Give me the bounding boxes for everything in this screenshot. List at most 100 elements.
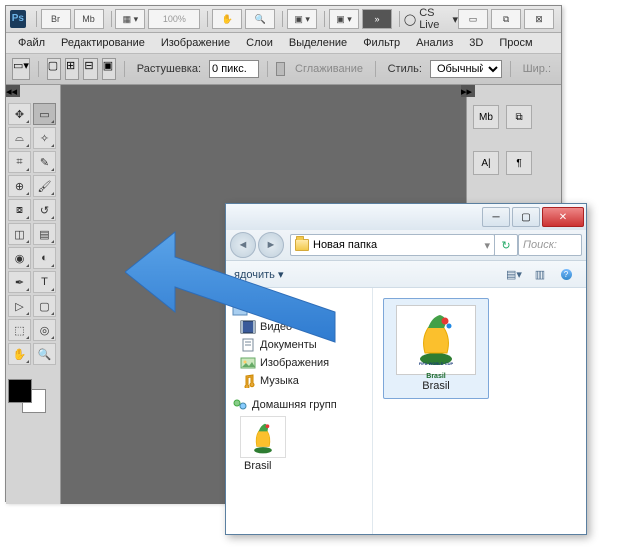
window-close-button[interactable]: ⊠ [524,9,554,29]
tree-home-thumb[interactable] [240,416,286,458]
selection-intersect-icon[interactable]: ▣ [102,58,116,80]
history-brush-tool[interactable]: ↺ [33,199,56,221]
heal-tool[interactable]: ⊕ [8,175,31,197]
character-panel-icon[interactable]: A| [473,151,499,175]
view-extras-button[interactable]: ▦ ▾ [115,9,145,29]
marquee-tool[interactable]: ▭ [33,103,56,125]
foreground-color-swatch[interactable] [8,379,32,403]
minibridge-panel-icon[interactable]: Mb [473,105,499,129]
tree-video[interactable]: Видео [230,318,368,336]
zoom-button[interactable]: 🔍 [245,9,275,29]
tree-libraries[interactable]: Библиотеки [230,300,368,318]
right-collapse-tab[interactable]: ▸▸ [461,85,475,97]
menu-image[interactable]: Изображение [153,37,238,49]
style-select[interactable]: Обычный [430,60,502,78]
help-button[interactable]: ? [554,264,578,284]
stamp-tool[interactable]: ⧇ [8,199,31,221]
tree-home-item[interactable]: Brasil [230,458,368,474]
hand-button[interactable]: ✋ [212,9,242,29]
selection-new-icon[interactable]: ▢ [47,58,61,80]
nav-forward-button[interactable]: ► [258,232,284,258]
crop-tool[interactable]: ⌗ [8,151,31,173]
bridge-button[interactable]: Br [41,9,71,29]
eraser-tool[interactable]: ◫ [8,223,31,245]
window-restore-button[interactable]: ⧉ [491,9,521,29]
trophy-icon: FIFA WORLD CUP [411,313,461,367]
history-panel-icon[interactable]: ⧉ [506,105,532,129]
eyedropper-tool[interactable]: ✎ [33,151,56,173]
menu-file[interactable]: Файл [10,37,53,49]
ps-toolbox: ✥ ▭ ⌓ ✧ ⌗ ✎ ⊕ 🖌 ⧇ ↺ ◫ ▤ ◉ ◐ ✒ T ▷ ▢ ⬚ ◎ … [6,85,61,504]
3d-tool[interactable]: ⬚ [8,319,31,341]
hand-tool[interactable]: ✋ [8,343,31,365]
left-collapse-tab[interactable]: ◂◂ [6,85,20,97]
menu-filter[interactable]: Фильтр [355,37,408,49]
paragraph-panel-icon[interactable]: ¶ [506,151,532,175]
menu-layer[interactable]: Слои [238,37,281,49]
color-swatches[interactable] [8,379,46,413]
svg-text:FIFA WORLD CUP: FIFA WORLD CUP [419,361,454,366]
file-thumbnail: FIFA WORLD CUP [396,305,476,375]
explorer-titlebar[interactable]: ─ ▢ ✕ [226,204,586,230]
menu-view[interactable]: Просм [491,37,540,49]
images-icon [240,356,256,370]
3dcam-tool[interactable]: ◎ [33,319,56,341]
address-bar[interactable]: Новая папка ▾ [290,234,495,256]
menu-3d[interactable]: 3D [461,37,491,49]
refresh-button[interactable]: ↻ [494,234,518,256]
zoom-level[interactable]: 100% [148,9,200,29]
explorer-max-button[interactable]: ▢ [512,207,540,227]
antialias-label: Сглаживание [295,63,363,75]
preview-pane-button[interactable]: ▥ [528,264,552,284]
zoom-tool[interactable]: 🔍 [33,343,56,365]
libraries-icon [232,302,248,316]
screenmode-button[interactable]: ▣ ▾ [329,9,359,29]
selection-add-icon[interactable]: ⊞ [65,58,79,80]
move-tool[interactable]: ✥ [8,103,31,125]
file-caption: Brasil [390,373,482,380]
video-icon [240,320,256,334]
explorer-toolbar: ядочить ▾ ▤▾ ▥ ? [226,261,586,288]
tree-homegroup[interactable]: Домашняя групп [230,396,368,414]
explorer-close-button[interactable]: ✕ [542,207,584,227]
menu-edit[interactable]: Редактирование [53,37,153,49]
tree-images[interactable]: Изображения [230,354,368,372]
menu-select[interactable]: Выделение [281,37,355,49]
wand-tool[interactable]: ✧ [33,127,56,149]
minibridge-button[interactable]: Mb [74,9,104,29]
brush-tool[interactable]: 🖌 [33,175,56,197]
style-label: Стиль: [388,63,422,75]
menu-analysis[interactable]: Анализ [408,37,461,49]
trophy-small-icon [246,420,280,454]
file-brasil[interactable]: FIFA WORLD CUP Brasil Brasil [383,298,489,399]
nav-back-button[interactable]: ◄ [230,232,256,258]
view-button[interactable]: ▤▾ [502,264,526,284]
selection-subtract-icon[interactable]: ⊟ [83,58,97,80]
tree-documents[interactable]: Документы [230,336,368,354]
antialias-checkbox[interactable] [276,62,285,76]
feather-input[interactable] [209,60,259,78]
gradient-tool[interactable]: ▤ [33,223,56,245]
pen-tool[interactable]: ✒ [8,271,31,293]
music-icon [240,374,256,388]
path-tool[interactable]: ▷ [8,295,31,317]
file-name-label: Brasil [390,380,482,392]
type-tool[interactable]: T [33,271,56,293]
window-min-button[interactable]: ▭ [458,9,488,29]
tool-preset-icon[interactable]: ▭▾ [12,58,30,80]
explorer-tree[interactable]: Библиотеки Видео Документы Изображения М… [226,288,373,534]
search-box[interactable]: Поиск: [518,234,582,256]
expand-button[interactable]: » [362,9,392,29]
explorer-min-button[interactable]: ─ [482,207,510,227]
arrange-button[interactable]: ▣ ▾ [287,9,317,29]
dodge-tool[interactable]: ◐ [33,247,56,269]
lasso-tool[interactable]: ⌓ [8,127,31,149]
explorer-navbar: ◄ ► Новая папка ▾ ↻ Поиск: [226,230,586,261]
tree-music[interactable]: Музыка [230,372,368,390]
explorer-file-pane[interactable]: FIFA WORLD CUP Brasil Brasil [373,288,586,534]
ps-menubar: Файл Редактирование Изображение Слои Выд… [6,33,561,54]
blur-tool[interactable]: ◉ [8,247,31,269]
cslive-button[interactable]: ◯ CS Live ▾ [404,7,458,31]
organize-button[interactable]: ядочить ▾ [234,268,283,281]
shape-tool[interactable]: ▢ [33,295,56,317]
